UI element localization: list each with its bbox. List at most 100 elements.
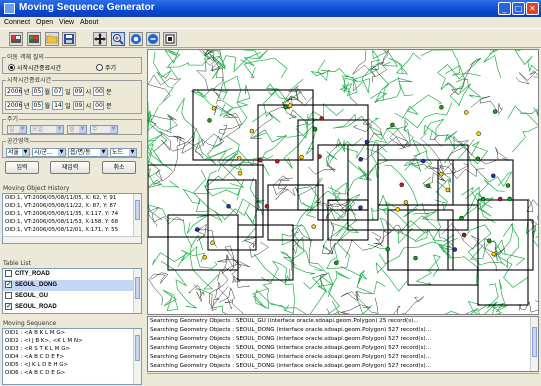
radio-start-end-dot[interactable] (8, 64, 15, 71)
start-min-field[interactable]: 00 (93, 87, 105, 96)
table-item-seoul-road[interactable]: SEOUL_ROAD (3, 301, 141, 313)
table-item-checkbox[interactable] (5, 279, 12, 290)
table-list[interactable]: CITY_ROAD SEOUL_DONG SEOUL_GU SEOUL_ROAD (2, 268, 142, 314)
moving-object-point[interactable] (275, 159, 280, 164)
start-day-field[interactable]: 07 (52, 87, 64, 96)
title-bar[interactable]: Moving Sequence Generator _ □ ✕ (0, 0, 541, 17)
period-day-combo[interactable]: 일 ▼ (7, 125, 27, 134)
period-month-combo[interactable]: 월 ▼ (67, 125, 87, 134)
moving-object-point[interactable] (413, 255, 418, 261)
history-line[interactable]: OID:1, VT:2006/05/08/11/05, X: 62, Y: 91 (3, 194, 141, 202)
connect-db-button[interactable] (9, 32, 23, 46)
moving-object-point[interactable] (334, 260, 339, 266)
moving-object-point[interactable] (249, 128, 255, 134)
moving-object-point[interactable] (486, 238, 492, 243)
end-min-field[interactable]: 00 (93, 101, 105, 110)
moving-object-point[interactable] (202, 255, 208, 260)
open-folder-button[interactable] (45, 32, 59, 46)
radio-period-dot[interactable] (96, 64, 103, 71)
sequence-line[interactable]: OID1 : <A B K L M G> (3, 329, 141, 337)
start-month-field[interactable]: 05 (31, 87, 43, 96)
end-hour-field[interactable]: 09 (72, 101, 84, 110)
moving-object-point[interactable] (211, 105, 217, 111)
map-canvas[interactable] (147, 49, 539, 315)
close-button[interactable]: ✕ (526, 2, 539, 15)
moving-object-point[interactable] (445, 187, 451, 193)
moving-object-point[interactable] (420, 158, 426, 164)
moving-object-point[interactable] (425, 183, 431, 189)
moving-object-point[interactable] (264, 204, 270, 209)
moving-object-point[interactable] (312, 127, 318, 132)
sequence-list[interactable]: OID1 : <A B K L M G> OID2 : <I J B K>, <… (2, 328, 142, 385)
table-item-seoul-dong[interactable]: SEOUL_DONG (3, 279, 141, 291)
moving-object-point[interactable] (358, 205, 363, 210)
table-item-city-road[interactable]: CITY_ROAD (3, 269, 141, 280)
end-day-field[interactable]: 14 (52, 101, 64, 110)
zoom-full-button[interactable] (129, 32, 143, 46)
moving-object-point[interactable] (395, 207, 400, 212)
history-line[interactable]: OID:1, VT:2006/05/08/11/53, X:158, Y: 68 (3, 218, 141, 226)
moving-object-point[interactable] (358, 157, 363, 162)
moving-object-point[interactable] (439, 105, 444, 110)
save-button[interactable] (62, 32, 76, 46)
end-year-field[interactable]: 2006 (5, 101, 22, 110)
moving-object-point[interactable] (299, 154, 304, 160)
end-month-field[interactable]: 05 (31, 101, 43, 110)
moving-object-point[interactable] (287, 103, 293, 108)
moving-object-point[interactable] (438, 171, 444, 177)
menu-about[interactable]: About (80, 17, 98, 28)
radio-period[interactable]: 주기 (96, 63, 116, 72)
moving-object-point[interactable] (459, 215, 464, 221)
moving-object-point[interactable] (207, 118, 212, 123)
moving-object-point[interactable] (258, 157, 263, 163)
region-gu-combo[interactable]: 시/군... ▼ (32, 148, 66, 157)
sequence-line[interactable]: OID2 : <I J B K>, <K L M N> (3, 337, 141, 345)
menu-open[interactable]: Open (36, 17, 53, 28)
region-dong-combo[interactable]: 읍/면/동 ▼ (68, 148, 108, 157)
moving-object-point[interactable] (210, 240, 215, 245)
sequence-line[interactable]: OID4 : <A B C D E F> (3, 353, 141, 361)
moving-object-point[interactable] (461, 232, 467, 238)
moving-object-point[interactable] (317, 154, 322, 159)
radio-start-end[interactable]: 시작시간종료시간 (8, 63, 61, 72)
sequence-line[interactable]: OID6 : <A B C D E G> (3, 369, 141, 377)
minimize-button[interactable]: _ (498, 2, 511, 15)
reinput-button[interactable]: 재입력 (50, 161, 90, 174)
history-list[interactable]: OID:1, VT:2006/05/08/11/05, X: 62, Y: 91… (2, 193, 142, 244)
sequence-line[interactable]: OID3 : <R S T K L M G> (3, 345, 141, 353)
sequence-line[interactable]: OID5 : <J K L D E H G> (3, 361, 141, 369)
moving-object-point[interactable] (195, 227, 200, 232)
moving-object-point[interactable] (497, 196, 503, 202)
history-line[interactable]: OID:1, VT:2006/05/08/12/01, X:171, Y: 55 (3, 226, 141, 234)
select-button[interactable] (163, 32, 177, 46)
history-line[interactable]: OID:1, VT:2006/05/08/11/35, X:117, Y: 74 (3, 210, 141, 218)
moving-object-point[interactable] (492, 109, 498, 114)
moving-object-point[interactable] (283, 104, 288, 110)
moving-object-point[interactable] (319, 116, 324, 121)
moving-object-point[interactable] (476, 131, 481, 136)
moving-object-point[interactable] (480, 196, 486, 202)
log-vscroll[interactable] (530, 317, 538, 371)
moving-object-point[interactable] (452, 247, 458, 252)
moving-object-point[interactable] (507, 196, 512, 202)
history-hscroll[interactable] (3, 236, 141, 243)
moving-object-point[interactable] (311, 224, 316, 229)
moving-object-point[interactable] (364, 139, 370, 145)
menu-connect[interactable]: Connect (4, 17, 30, 28)
moving-object-point[interactable] (491, 251, 496, 257)
history-vscroll[interactable] (133, 194, 141, 236)
history-line[interactable]: OID:1, VT:2006/05/08/11/22, X: 87, Y: 87 (3, 202, 141, 210)
start-hour-field[interactable]: 09 (72, 87, 84, 96)
moving-object-point[interactable] (403, 200, 409, 205)
zoom-in-button[interactable] (111, 32, 125, 46)
moving-object-point[interactable] (475, 156, 481, 162)
map-svg[interactable] (148, 50, 539, 315)
moving-object-point[interactable] (226, 204, 231, 209)
moving-object-point[interactable] (236, 155, 242, 161)
sequence-vscroll[interactable] (133, 329, 141, 384)
pan-button[interactable] (93, 32, 107, 46)
input-button[interactable]: 입력 (5, 161, 39, 174)
region-city-combo[interactable]: 서울 ▼ (6, 148, 30, 157)
disconnect-db-button[interactable] (27, 32, 41, 46)
start-year-field[interactable]: 2006 (5, 87, 22, 96)
